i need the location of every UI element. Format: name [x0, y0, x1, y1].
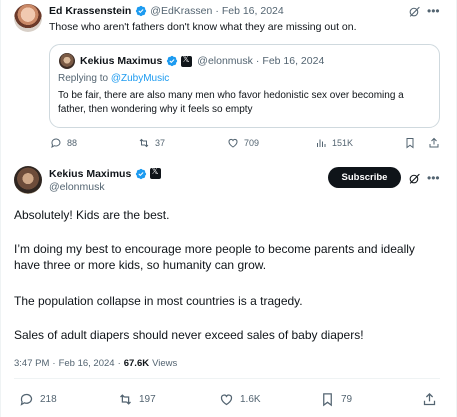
replying-prefix: Replying to	[58, 73, 109, 84]
like-count: 709	[244, 138, 260, 148]
views-icon	[317, 139, 326, 147]
tweet-date[interactable]: Feb 16, 2024	[222, 5, 284, 17]
verified-icon	[167, 55, 178, 67]
tweet-header: Ed Krassenstein @EdKrassen · Feb 16, 202…	[49, 4, 284, 18]
tweet-paragraph: The population collapse in most countrie…	[14, 294, 303, 308]
author-handle[interactable]: @elonmusk	[197, 55, 253, 67]
grok-button[interactable]	[408, 171, 421, 185]
separator: ·	[255, 55, 260, 67]
verified-icon	[136, 5, 147, 17]
reply-icon	[20, 393, 33, 406]
reply-icon	[51, 138, 61, 149]
reply-count: 88	[67, 138, 78, 148]
reply-count: 218	[40, 394, 57, 405]
repost-icon	[120, 394, 131, 405]
bookmark-icon	[323, 393, 332, 407]
views-count: 67.6K	[123, 358, 150, 369]
tweet-date[interactable]: Feb 16, 2024	[262, 55, 324, 67]
repost-count: 197	[139, 394, 156, 405]
repost-count: 37	[155, 138, 166, 148]
tweet-paragraph: I’m doing my best to encourage more peop…	[14, 242, 415, 272]
x-affiliate-icon	[150, 167, 162, 179]
separator: ·	[117, 358, 121, 369]
quoted-header: Kekius Maximus @elonmusk · Feb 16, 2024	[80, 53, 324, 69]
more-icon: •••	[427, 4, 440, 18]
bookmark-icon	[406, 138, 414, 149]
x-affiliate-icon	[181, 55, 193, 67]
tweet-meta: 3:47 PM · Feb 16, 2024 · 67.6K Views	[14, 358, 177, 369]
tweet-date[interactable]: Feb 16, 2024	[59, 358, 115, 369]
quoted-tweet[interactable]: Kekius Maximus @elonmusk · Feb 16, 2024 …	[49, 44, 440, 128]
like-icon	[228, 138, 238, 148]
tweet-paragraph: Absolutely! Kids are the best.	[14, 208, 170, 222]
bookmark-button[interactable]	[404, 137, 421, 149]
repost-button[interactable]: 37	[138, 137, 165, 149]
repost-icon	[139, 138, 149, 148]
reply-button[interactable]: 218	[19, 392, 57, 407]
share-button[interactable]	[422, 392, 443, 407]
bookmark-button[interactable]: 79	[320, 392, 352, 407]
views-count: 151K	[332, 138, 354, 148]
avatar[interactable]	[14, 166, 42, 194]
replying-to: Replying to @ZubyMusic	[58, 73, 169, 84]
views-button[interactable]: 151K	[315, 137, 353, 149]
more-icon: •••	[427, 171, 440, 185]
like-button[interactable]: 709	[227, 137, 259, 149]
like-button[interactable]: 1.6K	[219, 392, 261, 407]
repost-button[interactable]: 197	[118, 392, 156, 407]
replying-to-link[interactable]: @ZubyMusic	[111, 73, 170, 84]
grok-icon	[409, 6, 420, 17]
like-icon	[220, 394, 233, 406]
bookmark-count: 79	[341, 394, 353, 405]
like-count: 1.6K	[240, 394, 261, 405]
separator: ·	[215, 5, 219, 17]
views-label: Views	[152, 358, 178, 369]
grok-button[interactable]	[408, 4, 421, 18]
avatar[interactable]	[59, 53, 75, 69]
author-name[interactable]: Kekius Maximus	[49, 168, 131, 180]
grok-icon	[409, 173, 420, 184]
reply-button[interactable]: 88	[50, 137, 77, 149]
quoted-text: To be fair, there are also many men who …	[58, 90, 404, 115]
more-button[interactable]: •••	[427, 171, 440, 185]
tweet-paragraph: Sales of adult diapers should never exce…	[14, 328, 364, 342]
author-handle[interactable]: @elonmusk	[49, 181, 105, 193]
author-name[interactable]: Ed Krassenstein	[49, 5, 131, 17]
tweet-text: Those who aren't fathers don't know what…	[49, 21, 357, 33]
share-button[interactable]	[428, 137, 445, 149]
avatar[interactable]	[14, 4, 42, 32]
author-row: Kekius Maximus	[49, 167, 166, 180]
divider	[14, 378, 440, 379]
subscribe-button[interactable]: Subscribe	[328, 167, 401, 188]
verified-icon	[136, 168, 147, 179]
more-button[interactable]: •••	[427, 4, 440, 18]
author-handle[interactable]: @EdKrassen	[150, 5, 212, 17]
share-icon	[429, 137, 439, 148]
author-name[interactable]: Kekius Maximus	[80, 55, 162, 67]
share-icon	[423, 392, 436, 406]
separator: ·	[52, 358, 56, 369]
tweet-time[interactable]: 3:47 PM	[14, 358, 49, 369]
